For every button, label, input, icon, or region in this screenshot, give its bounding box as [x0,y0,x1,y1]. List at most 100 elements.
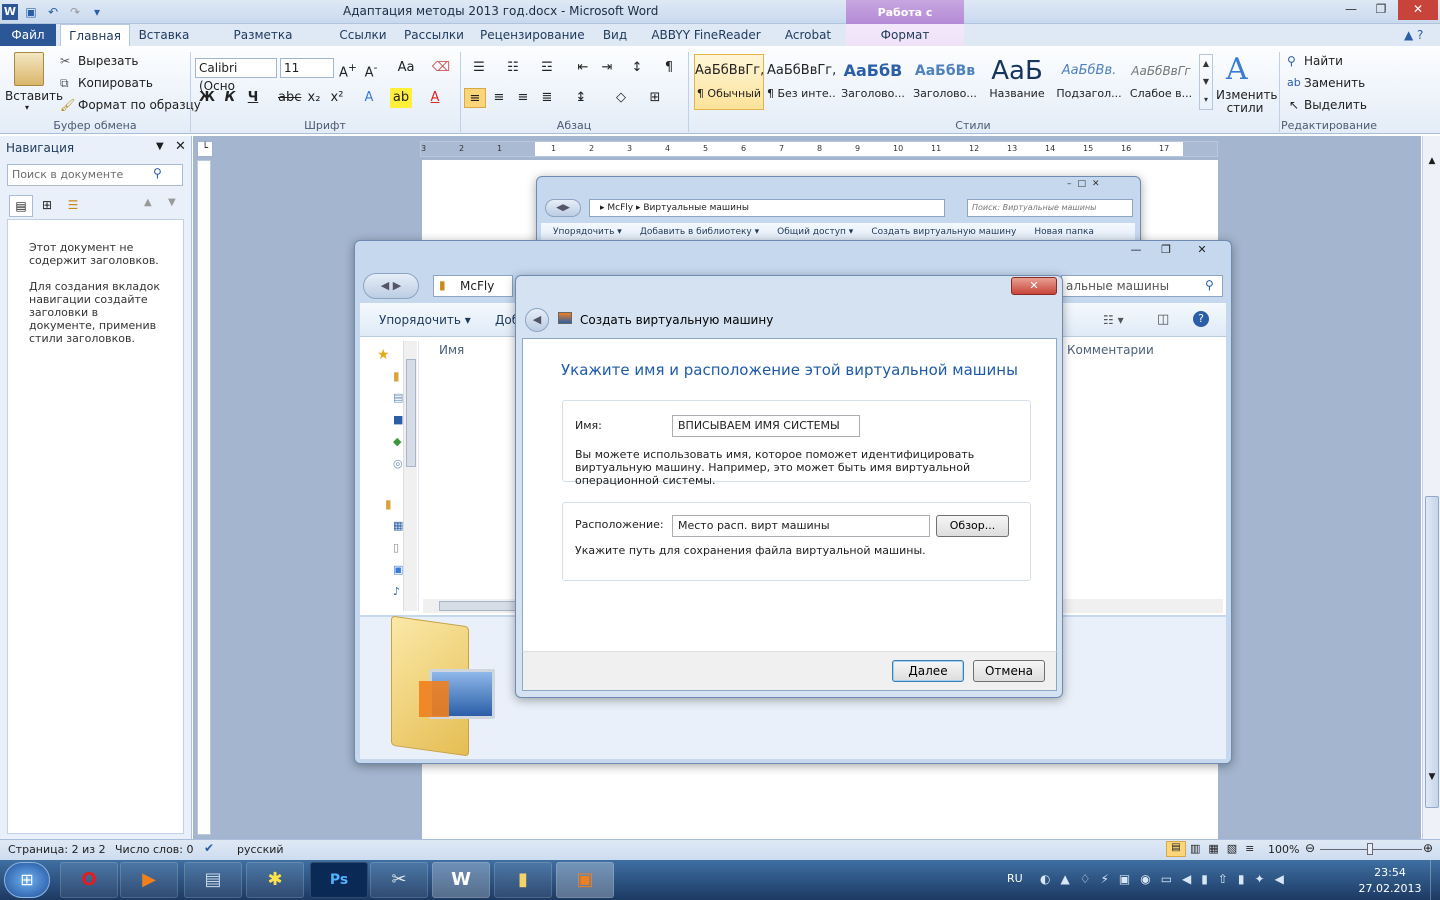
style-normal[interactable]: АаБбВвГг, ¶ Обычный [694,54,764,110]
tab-abbyy[interactable]: ABBYY FineReader 11 [646,24,766,64]
styles-scroll-icon[interactable]: ▲ ▼ ▾ [1199,54,1213,110]
bg-breadcrumb-0[interactable]: McFly [607,203,633,213]
bg-breadcrumb-1[interactable]: Виртуальные машины [643,203,749,213]
explorer-minimize-icon[interactable]: — [1125,243,1147,259]
select-button[interactable]: Выделить [1304,98,1367,112]
column-header-comments[interactable]: Комментарии [1067,343,1154,357]
location-input[interactable]: Место расп. вирт машины [672,515,930,537]
align-center-icon[interactable]: ≡ [488,88,510,108]
status-language[interactable]: русский [237,843,284,856]
align-left-icon[interactable]: ≡ [464,88,486,108]
justify-icon[interactable]: ≣ [536,88,558,108]
multilevel-list-icon[interactable]: ☲ [536,58,558,78]
videos-icon[interactable]: ▦ [393,519,403,532]
vertical-scrollbar[interactable]: ▲ ▼ [1422,136,1440,839]
name-input[interactable]: ВПИСЫВАЕМ ИМЯ СИСТЕМЫ [672,415,860,437]
pictures-icon[interactable]: ▣ [393,563,403,576]
grow-font-icon[interactable]: A+ [337,58,359,80]
nav-prev-icon[interactable]: ▲ [144,197,152,208]
tree-folder-icon[interactable]: ▮ [393,369,400,383]
bg-back-forward-icon[interactable]: ◀▶ [545,199,581,217]
replace-button[interactable]: Заменить [1304,76,1365,90]
strikethrough-icon[interactable]: abc [278,88,301,108]
redo-icon[interactable]: ↷ [66,3,84,21]
help-icon[interactable]: ▲ ? [1404,28,1423,42]
shrink-font-icon[interactable]: A- [360,58,382,80]
copy-button[interactable]: Копировать [78,76,153,90]
tab-selector-icon[interactable]: └ [197,141,213,157]
bg-window-controls-icon[interactable]: –□✕ [1067,179,1106,189]
tab-insert[interactable]: Вставка [138,24,190,46]
network-app-icon[interactable]: ✱ [246,862,304,898]
italic-icon[interactable]: К [219,88,241,108]
view-options-icon[interactable]: ☷ ▾ [1103,313,1124,327]
save-icon[interactable]: ▣ [22,3,40,21]
virtual-pc-taskbar-icon[interactable]: ▣ [556,862,614,898]
tab-review[interactable]: Рецензирование [480,24,585,46]
borders-icon[interactable]: ⊞ [644,88,666,108]
format-painter-button[interactable]: Формат по образцу [78,98,201,112]
clear-format-icon[interactable]: ⌫ [430,58,452,78]
preview-pane-icon[interactable]: ◫ [1157,312,1169,327]
undo-icon[interactable]: ↶ [44,3,62,21]
explorer-help-icon[interactable]: ? [1193,311,1209,327]
show-marks-icon[interactable]: ¶ [658,58,680,78]
nav-next-icon[interactable]: ▼ [168,197,176,208]
next-button[interactable]: Далее [892,660,964,682]
bg-address-bar[interactable]: ▸ McFly ▸ Виртуальные машины [589,199,945,217]
customize-qat-icon[interactable]: ▾ [88,3,106,21]
paste-icon[interactable] [14,52,44,86]
tab-file[interactable]: Файл [0,24,56,46]
opera-icon[interactable]: O [60,862,118,898]
tree-item-icon[interactable]: ■ [393,413,403,426]
tree-scrollbar[interactable] [403,341,417,611]
show-desktop-button[interactable] [1430,860,1440,900]
tab-view[interactable]: Вид [596,24,634,46]
input-language[interactable]: RU [1007,872,1023,885]
font-name-combo[interactable]: Calibri (Осно [195,58,277,93]
tab-format[interactable]: Формат [846,24,964,46]
bold-icon[interactable]: Ж [196,88,218,108]
nav-pages-tab-icon[interactable]: ⊞ [35,195,59,217]
explorer-close-icon[interactable]: ✕ [1191,243,1213,259]
view-mode-icons[interactable]: ▥▦▧≡ [1190,842,1262,855]
search-icon[interactable]: ⚲ [153,166,162,180]
virtual-pc-app-icon[interactable]: ▤ [184,862,242,898]
dialog-back-icon[interactable]: ◀ [525,308,549,332]
highlight-icon[interactable]: ab [390,88,412,108]
zoom-in-icon[interactable]: ⊕ [1423,841,1433,855]
system-tray-icons[interactable]: ◐▲♢⚡▣◉▭◀▮⇧▮✦◀ [1040,872,1294,886]
paste-dropdown-icon[interactable]: ▾ [25,103,29,112]
tree-item-icon[interactable]: ◆ [393,435,401,448]
font-color-icon[interactable]: A [424,88,446,108]
style-no-spacing[interactable]: АаБбВвГг, ¶ Без инте... [766,54,836,110]
zoom-level[interactable]: 100% [1268,843,1299,856]
bg-search-input[interactable]: Поиск: Виртуальные машины [967,199,1133,217]
minimize-button[interactable]: — [1336,0,1366,20]
style-heading-2[interactable]: АаБбВв Заголово... [910,54,980,110]
proofing-icon[interactable]: ✔ [204,841,214,855]
maximize-button[interactable]: ❐ [1366,0,1396,20]
change-styles-button[interactable]: Изменить стили [1216,89,1278,115]
word-logo-icon[interactable]: W [2,4,18,20]
increase-indent-icon[interactable]: ⇥ [596,58,618,78]
media-player-icon[interactable]: ▶ [120,862,178,898]
paste-button[interactable]: Вставить [5,89,63,103]
explorer-back-forward-icon[interactable]: ◀ ▶ [363,273,419,299]
align-right-icon[interactable]: ≡ [512,88,534,108]
cut-button[interactable]: Вырезать [78,54,139,68]
clock-time[interactable]: 23:54 [1360,866,1420,879]
documents-icon[interactable]: ▯ [393,541,399,554]
nav-options-icon[interactable]: ▼ [156,141,164,152]
superscript-icon[interactable]: x² [326,88,348,108]
dialog-close-button[interactable]: ✕ [1011,277,1057,295]
style-subtitle[interactable]: АаБбВв. Подзагол... [1054,54,1124,110]
underline-icon[interactable]: Ч [242,88,264,108]
shading-icon[interactable]: ◇ [610,88,632,108]
explorer-maximize-icon[interactable]: ❐ [1155,243,1177,259]
column-header-name[interactable]: Имя [439,343,464,357]
line-spacing-icon[interactable]: ↨ [570,88,592,108]
decrease-indent-icon[interactable]: ⇤ [572,58,594,78]
photoshop-icon[interactable]: Ps [310,862,368,898]
explorer-taskbar-icon[interactable]: ▮ [494,862,552,898]
